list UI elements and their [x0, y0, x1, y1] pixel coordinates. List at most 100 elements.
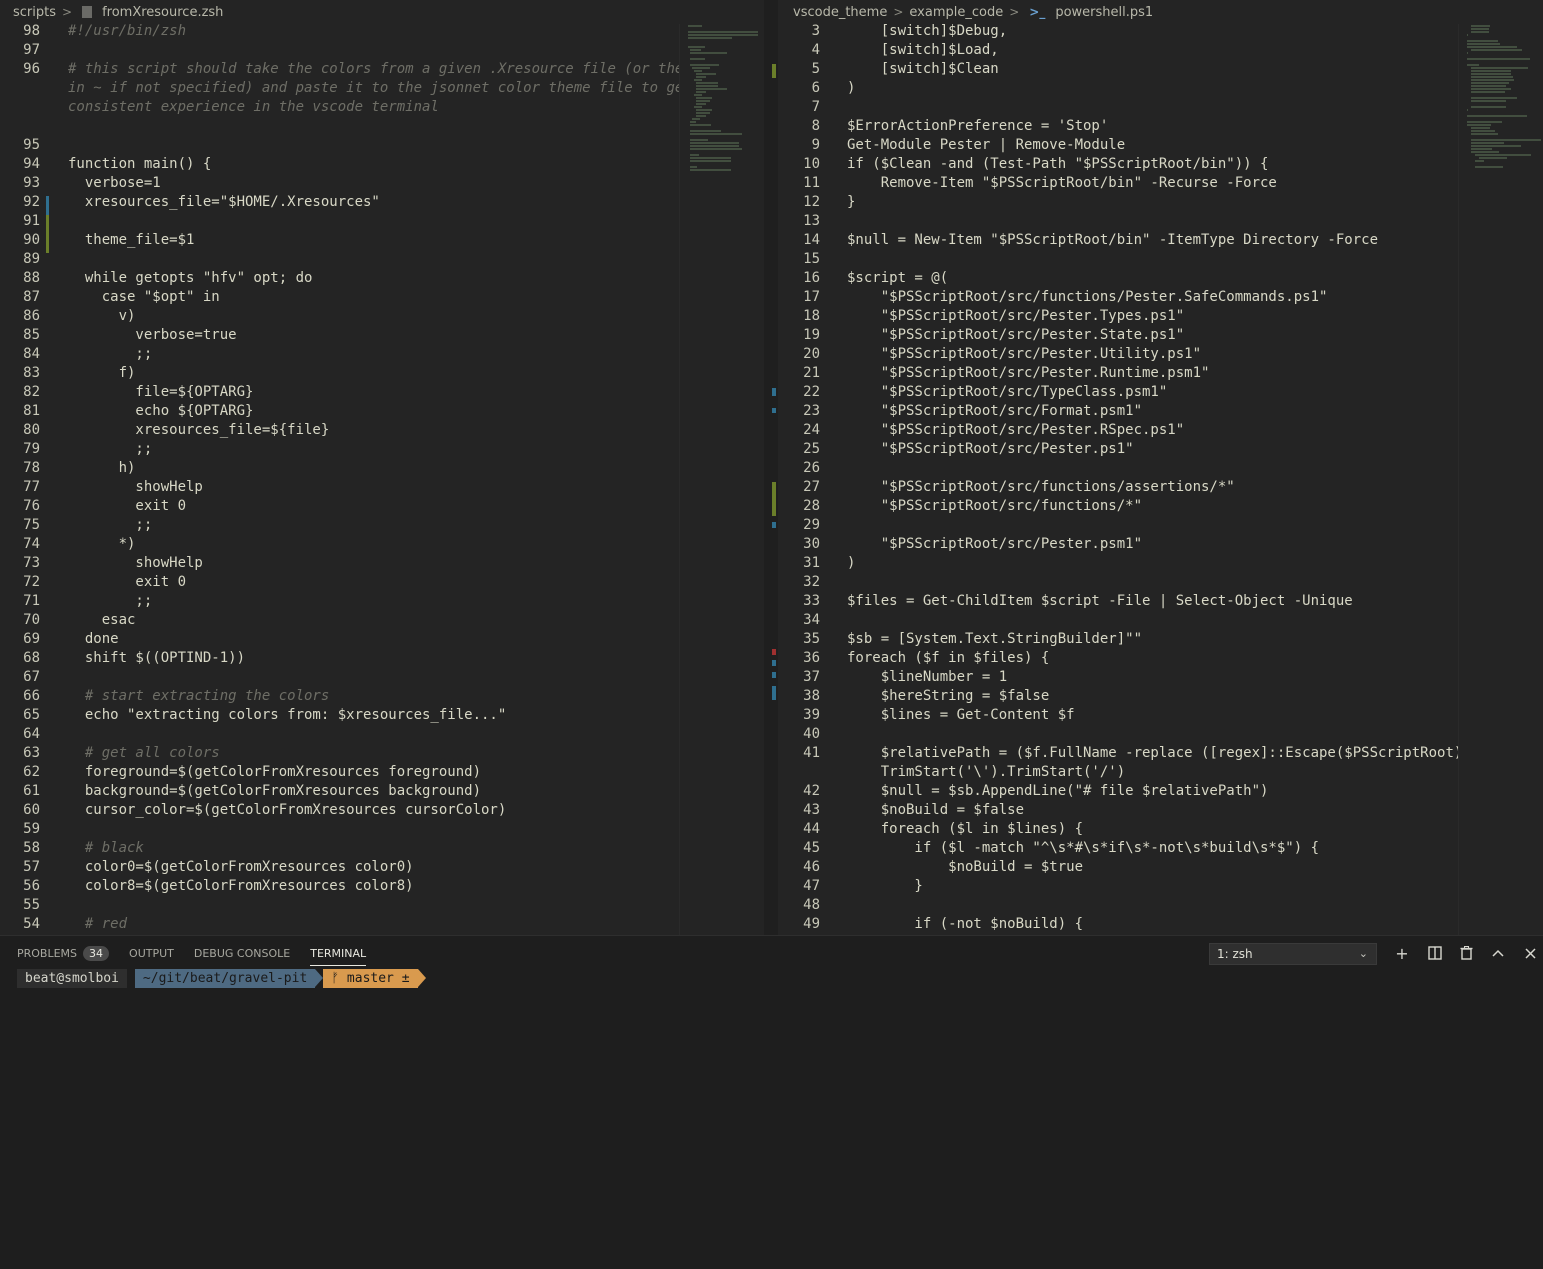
breadcrumb-item[interactable]: scripts — [13, 5, 56, 20]
code-line[interactable]: 84 ;; — [0, 345, 764, 364]
right-editor[interactable]: vscode_theme > example_code > >_ powersh… — [778, 0, 1543, 935]
code-line[interactable]: 67 — [0, 668, 764, 687]
code-line[interactable]: 75 ;; — [0, 516, 764, 535]
code-line[interactable]: 23 "$PSScriptRoot/src/Format.psm1" — [778, 402, 1543, 421]
code-line[interactable] — [0, 117, 764, 136]
code-line[interactable]: 96 # this script should take the colors f… — [0, 60, 764, 79]
code-line[interactable]: 48 — [778, 896, 1543, 915]
code-line[interactable]: 70 esac — [0, 611, 764, 630]
tab-problems[interactable]: PROBLEMS 34 — [17, 940, 110, 967]
code-line[interactable]: 60 cursor_color=$(getColorFromXresources… — [0, 801, 764, 820]
new-terminal-button[interactable]: + — [1391, 942, 1413, 964]
close-panel-button[interactable] — [1519, 942, 1541, 964]
code-line[interactable]: 49 if (-not $noBuild) { — [778, 915, 1543, 934]
code-line[interactable]: 73 showHelp — [0, 554, 764, 573]
code-line[interactable]: 46 $noBuild = $true — [778, 858, 1543, 877]
code-area[interactable]: 98 #!/usr/bin/zsh 97 96 # this script should… — [0, 22, 764, 935]
code-line[interactable]: consistent experience in the vscode term… — [0, 98, 764, 117]
code-line[interactable]: 77 showHelp — [0, 478, 764, 497]
code-line[interactable]: 12} — [778, 193, 1543, 212]
left-editor[interactable]: scripts > fromXresource.zsh 98 #!/usr/bin… — [0, 0, 764, 935]
breadcrumb-item[interactable]: example_code — [909, 5, 1003, 20]
code-line[interactable]: in ~ if not specified) and paste it to t… — [0, 79, 764, 98]
code-line[interactable]: 71 ;; — [0, 592, 764, 611]
code-line[interactable]: 30 "$PSScriptRoot/src/Pester.psm1" — [778, 535, 1543, 554]
code-line[interactable]: 90 theme_file=$1 — [0, 231, 764, 250]
code-line[interactable]: 13 — [778, 212, 1543, 231]
code-line[interactable]: 32 — [778, 573, 1543, 592]
code-line[interactable]: 9 Get-Module Pester | Remove-Module — [778, 136, 1543, 155]
code-line[interactable]: 17 "$PSScriptRoot/src/functions/Pester.S… — [778, 288, 1543, 307]
minimap[interactable] — [679, 24, 764, 935]
code-line[interactable]: 92 xresources_file="$HOME/.Xresources" — [0, 193, 764, 212]
code-line[interactable]: 29 — [778, 516, 1543, 535]
code-line[interactable]: 37 $lineNumber = 1 — [778, 668, 1543, 687]
code-line[interactable]: 16 $script = @( — [778, 269, 1543, 288]
code-line[interactable]: 41 $relativePath = ($f.FullName -replace… — [778, 744, 1543, 763]
code-line[interactable]: 93 verbose=1 — [0, 174, 764, 193]
code-line[interactable]: 10 if ($Clean -and (Test-Path "$PSScriptR… — [778, 155, 1543, 174]
code-line[interactable]: 91 — [0, 212, 764, 231]
code-line[interactable]: 15 — [778, 250, 1543, 269]
code-line[interactable]: 62 foreground=$(getColorFromXresources f… — [0, 763, 764, 782]
code-line[interactable]: 38 $hereString = $false — [778, 687, 1543, 706]
code-line[interactable]: 97 — [0, 41, 764, 60]
code-line[interactable]: 26 — [778, 459, 1543, 478]
code-line[interactable]: 82 file=${OPTARG} — [0, 383, 764, 402]
tab-output[interactable]: OUTPUT — [129, 941, 174, 966]
code-line[interactable]: 28 "$PSScriptRoot/src/functions/*" — [778, 497, 1543, 516]
code-line[interactable]: 36 foreach ($f in $files) { — [778, 649, 1543, 668]
code-line[interactable]: 56 color8=$(getColorFromXresources color… — [0, 877, 764, 896]
code-line[interactable]: 11 Remove-Item "$PSScriptRoot/bin" -Recu… — [778, 174, 1543, 193]
code-line[interactable]: 57 color0=$(getColorFromXresources color… — [0, 858, 764, 877]
code-line[interactable]: 33 $files = Get-ChildItem $script -File |… — [778, 592, 1543, 611]
code-line[interactable]: 65 echo "extracting colors from: $xresou… — [0, 706, 764, 725]
code-line[interactable]: 64 — [0, 725, 764, 744]
breadcrumb-item[interactable]: fromXresource.zsh — [102, 5, 223, 20]
code-line[interactable]: 66 # start extracting the colors — [0, 687, 764, 706]
code-line[interactable]: 6) — [778, 79, 1543, 98]
code-line[interactable]: 78 h) — [0, 459, 764, 478]
code-line[interactable]: 19 "$PSScriptRoot/src/Pester.State.ps1" — [778, 326, 1543, 345]
code-line[interactable]: 87 case "$opt" in — [0, 288, 764, 307]
code-line[interactable]: 95 — [0, 136, 764, 155]
code-line[interactable]: 58 # black — [0, 839, 764, 858]
code-line[interactable]: 21 "$PSScriptRoot/src/Pester.Runtime.psm… — [778, 364, 1543, 383]
terminal-select[interactable]: 1: zsh ⌄ — [1209, 943, 1377, 965]
code-line[interactable]: 25 "$PSScriptRoot/src/Pester.ps1" — [778, 440, 1543, 459]
code-line[interactable]: 83 f) — [0, 364, 764, 383]
code-line[interactable]: TrimStart('\').TrimStart('/') — [778, 763, 1543, 782]
code-line[interactable]: 59 — [0, 820, 764, 839]
code-line[interactable]: 42 $null = $sb.AppendLine("# file $relat… — [778, 782, 1543, 801]
code-line[interactable]: 35 $sb = [System.Text.StringBuilder]"" — [778, 630, 1543, 649]
code-line[interactable]: 54 # red — [0, 915, 764, 934]
code-line[interactable]: 81 echo ${OPTARG} — [0, 402, 764, 421]
code-line[interactable]: 94 function main() { — [0, 155, 764, 174]
code-line[interactable]: 40 — [778, 725, 1543, 744]
code-line[interactable]: 45 if ($l -match "^\s*#\s*if\s*-not\s*bu… — [778, 839, 1543, 858]
tab-debug-console[interactable]: DEBUG CONSOLE — [194, 941, 290, 966]
code-line[interactable]: 88 while getopts "hfv" opt; do — [0, 269, 764, 288]
code-line[interactable]: 4 [switch]$Load, — [778, 41, 1543, 60]
split-terminal-button[interactable] — [1424, 942, 1446, 964]
code-line[interactable]: 74 *) — [0, 535, 764, 554]
code-line[interactable]: 39 $lines = Get-Content $f — [778, 706, 1543, 725]
code-line[interactable]: 68 shift $((OPTIND-1)) — [0, 649, 764, 668]
code-line[interactable]: 55 — [0, 896, 764, 915]
code-line[interactable]: 14 $null = New-Item "$PSScriptRoot/bin" -… — [778, 231, 1543, 250]
code-line[interactable]: 8 $ErrorActionPreference = 'Stop' — [778, 117, 1543, 136]
code-line[interactable]: 76 exit 0 — [0, 497, 764, 516]
code-line[interactable]: 3 [switch]$Debug, — [778, 22, 1543, 41]
code-area[interactable]: 3 [switch]$Debug, 4 [switch]$Load, 5 [swit… — [778, 22, 1543, 935]
code-line[interactable]: 98 #!/usr/bin/zsh — [0, 22, 764, 41]
code-line[interactable]: 47 } — [778, 877, 1543, 896]
maximize-panel-button[interactable] — [1487, 942, 1509, 964]
code-line[interactable]: 7 — [778, 98, 1543, 117]
code-line[interactable]: 34 — [778, 611, 1543, 630]
code-line[interactable]: 79 ;; — [0, 440, 764, 459]
code-line[interactable]: 31) — [778, 554, 1543, 573]
code-line[interactable]: 20 "$PSScriptRoot/src/Pester.Utility.ps1… — [778, 345, 1543, 364]
code-line[interactable]: 24 "$PSScriptRoot/src/Pester.RSpec.ps1" — [778, 421, 1543, 440]
tab-terminal[interactable]: TERMINAL — [310, 941, 366, 966]
code-line[interactable]: 44 foreach ($l in $lines) { — [778, 820, 1543, 839]
